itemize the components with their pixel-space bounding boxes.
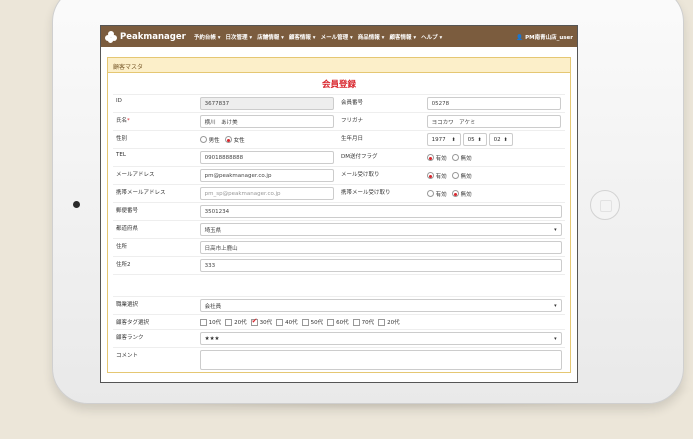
name-field[interactable]: 横川 あけ美 [199,115,334,128]
caret-down-icon: ▾ [554,335,557,342]
brand-name: Peakmanager [120,31,186,42]
chevron-down-icon: ⬍ [451,136,456,143]
tag-checkbox[interactable]: 20代 [378,318,400,326]
gender-male-radio[interactable]: 男性 [199,136,220,144]
form-row: 住所 日高市上鹿山 [113,238,565,256]
user-icon: 👤 [516,34,524,41]
home-button[interactable] [590,190,620,220]
email-receive-yes-radio[interactable]: 有効 [426,172,447,180]
nav-item-reservation[interactable]: 予約台帳 ▾ [194,33,221,41]
rank-label: 顧客ランク [116,335,144,341]
zip-label: 郵便番号 [116,208,139,214]
name-label: 氏名* [116,118,130,124]
birthday-label: 生年月日 [341,136,364,142]
email-label: メールアドレス [116,172,155,178]
panel-heading: 顧客マスタ [108,58,570,73]
form-row: 顧客タグ選択 10代 20代 30代 40代 50代 60代 70代 20代 [113,314,565,329]
comment-field[interactable] [199,350,562,370]
form-row: 都道府県 埼玉県 ▾ [113,220,565,238]
tel-label: TEL [116,152,126,158]
gender-label: 性別 [116,136,128,142]
job-select[interactable]: 会社員 ▾ [199,299,562,312]
nav-item-customer-2[interactable]: 顧客情報 ▾ [389,33,416,41]
nav-item-help[interactable]: ヘルプ ▾ [421,33,442,41]
caret-down-icon: ▾ [554,226,557,233]
form-row: 氏名* 横川 あけ美 フリガナ ヨコカワ アケミ [113,112,565,130]
form-row: 郵便番号 3501234 [113,202,565,220]
mobile-receive-label: 携帯メール受け取り [341,190,391,196]
address-label: 住所 [116,244,128,250]
app-screen: Peakmanager 予約台帳 ▾ 日次管理 ▾ 店舗情報 ▾ 顧客情報 ▾ … [100,25,578,383]
form-title: 会員登録 [321,80,356,90]
birth-year-select[interactable]: 1977 ⬍ [426,133,461,146]
customer-master-panel: 顧客マスタ 会員登録 ID 3677837 会員番号 05278 氏名* 横川 … [107,57,571,373]
id-label: ID [116,98,122,104]
user-menu[interactable]: 👤 PM南青山店_user [516,33,573,41]
tag-checkbox[interactable]: 50代 [301,318,323,326]
form-row: コメント [113,347,565,372]
id-field: 3677837 [199,97,334,110]
chevron-down-icon: ⬍ [477,136,482,143]
form-row: 携帯メールアドレス pm_sp@peakmanager.co.jp 携帯メール受… [113,184,565,202]
kana-field[interactable]: ヨコカワ アケミ [426,115,561,128]
tag-label: 顧客タグ選択 [116,320,150,326]
mobile-receive-no-radio[interactable]: 無効 [451,190,472,198]
email-field[interactable]: pm@peakmanager.co.jp [199,169,334,182]
birth-day-select[interactable]: 02 ⬍ [488,133,513,146]
nav-item-customer[interactable]: 顧客情報 ▾ [289,33,316,41]
camera-icon [73,201,80,208]
form-row: 性別 男性 女性 生年月日 1977 ⬍ 05 ⬍ 02 ⬍ [113,130,565,148]
address-field[interactable]: 日高市上鹿山 [199,241,562,254]
gender-female-radio[interactable]: 女性 [224,136,245,144]
navbar: Peakmanager 予約台帳 ▾ 日次管理 ▾ 店舗情報 ▾ 顧客情報 ▾ … [101,26,577,47]
prefecture-label: 都道府県 [116,226,139,232]
address2-label: 住所2 [116,262,131,268]
zip-field[interactable]: 3501234 [199,205,562,218]
brand[interactable]: Peakmanager [105,30,186,43]
user-name: PM南青山店_user [525,34,573,41]
mobile-email-field[interactable]: pm_sp@peakmanager.co.jp [199,187,334,200]
nav-menu: 予約台帳 ▾ 日次管理 ▾ 店舗情報 ▾ 顧客情報 ▾ メール管理 ▾ 商品情報… [194,33,517,41]
form-row: メールアドレス pm@peakmanager.co.jp メール受け取り 有効 … [113,166,565,184]
email-receive-no-radio[interactable]: 無効 [451,172,472,180]
form-row: TEL 09018888888 DM送付フラグ 有効 無効 [113,148,565,166]
nav-item-product[interactable]: 商品情報 ▾ [358,33,385,41]
form-row: 顧客ランク ★★★ ▾ [113,329,565,347]
clover-logo-icon [105,30,117,43]
form-row: 職業選択 会社員 ▾ [113,296,565,314]
mobile-receive-yes-radio[interactable]: 有効 [426,190,447,198]
tag-checkbox[interactable]: 30代 [250,317,272,326]
job-label: 職業選択 [116,302,139,308]
mobile-email-label: 携帯メールアドレス [116,190,166,196]
main-content: 顧客マスタ 会員登録 ID 3677837 会員番号 05278 氏名* 横川 … [101,47,577,373]
dm-label: DM送付フラグ [341,154,378,160]
form-spacer [113,274,565,296]
prefecture-select[interactable]: 埼玉県 ▾ [199,223,562,236]
form-row: 住所2 333 [113,256,565,274]
member-form: ID 3677837 会員番号 05278 氏名* 横川 あけ美 フリガナ ヨコ… [108,94,570,372]
tag-checkbox[interactable]: 40代 [276,318,298,326]
rank-select[interactable]: ★★★ ▾ [199,332,562,345]
tag-checkbox[interactable]: 60代 [327,318,349,326]
nav-item-daily[interactable]: 日次管理 ▾ [226,33,253,41]
kana-label: フリガナ [341,118,364,124]
comment-label: コメント [116,353,139,359]
nav-item-mail[interactable]: メール管理 ▾ [321,33,353,41]
dm-yes-radio[interactable]: 有効 [426,154,447,162]
tag-checkbox[interactable]: 70代 [352,318,374,326]
form-row: ID 3677837 会員番号 05278 [113,94,565,112]
member-no-field[interactable]: 05278 [426,97,561,110]
email-receive-label: メール受け取り [341,172,380,178]
caret-down-icon: ▾ [554,302,557,309]
address2-field[interactable]: 333 [199,259,562,272]
member-no-label: 会員番号 [341,100,364,106]
tag-checkbox[interactable]: 20代 [225,318,247,326]
birth-month-select[interactable]: 05 ⬍ [462,133,487,146]
dm-no-radio[interactable]: 無効 [451,154,472,162]
chevron-down-icon: ⬍ [503,136,508,143]
tag-checkbox[interactable]: 10代 [199,318,221,326]
nav-item-store[interactable]: 店舗情報 ▾ [257,33,284,41]
tel-field[interactable]: 09018888888 [199,151,334,164]
